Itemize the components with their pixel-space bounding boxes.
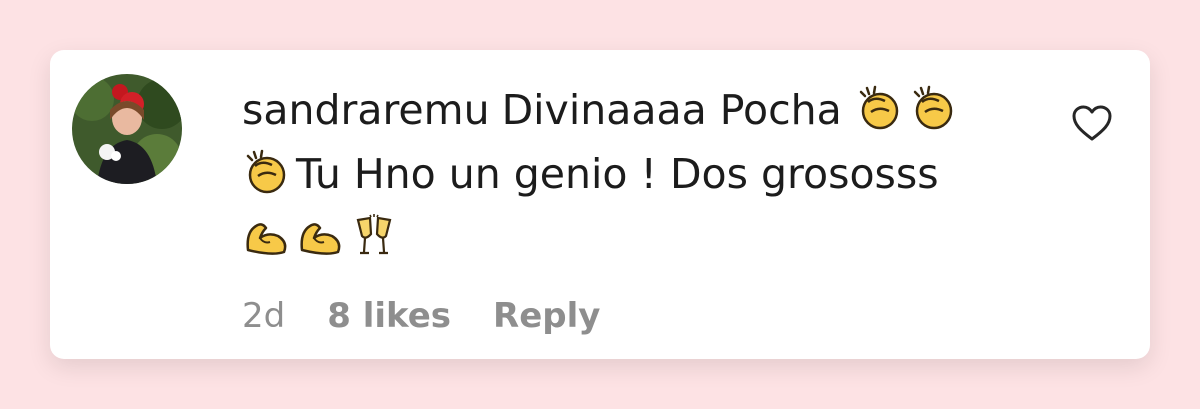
comment-body: sandraremu Divinaaaa Pocha Tu Hno un gen… xyxy=(242,78,1002,270)
flexed-biceps-emoji-2 xyxy=(296,212,344,260)
flexed-biceps-emoji-1 xyxy=(242,212,290,260)
reply-button[interactable]: Reply xyxy=(493,296,600,336)
likes-count-link[interactable]: 8 likes xyxy=(327,296,451,336)
comment-text-line2: Tu Hno un genio ! Dos grososss xyxy=(296,150,939,198)
heart-icon[interactable] xyxy=(1070,102,1114,146)
comment-username[interactable]: sandraremu xyxy=(242,86,490,134)
clapping-hands-emoji-2 xyxy=(909,84,957,132)
clapping-hands-emoji-3 xyxy=(242,148,290,196)
comment-text-line1: Divinaaaa Pocha xyxy=(501,86,842,134)
comment-timestamp: 2d xyxy=(242,296,286,336)
clapping-hands-emoji-1 xyxy=(855,84,903,132)
clinking-glasses-emoji xyxy=(350,212,398,260)
comment-meta: 2d 8 likes Reply xyxy=(242,292,600,340)
avatar[interactable] xyxy=(72,74,182,184)
comment-card: sandraremu Divinaaaa Pocha Tu Hno un gen… xyxy=(50,50,1150,359)
